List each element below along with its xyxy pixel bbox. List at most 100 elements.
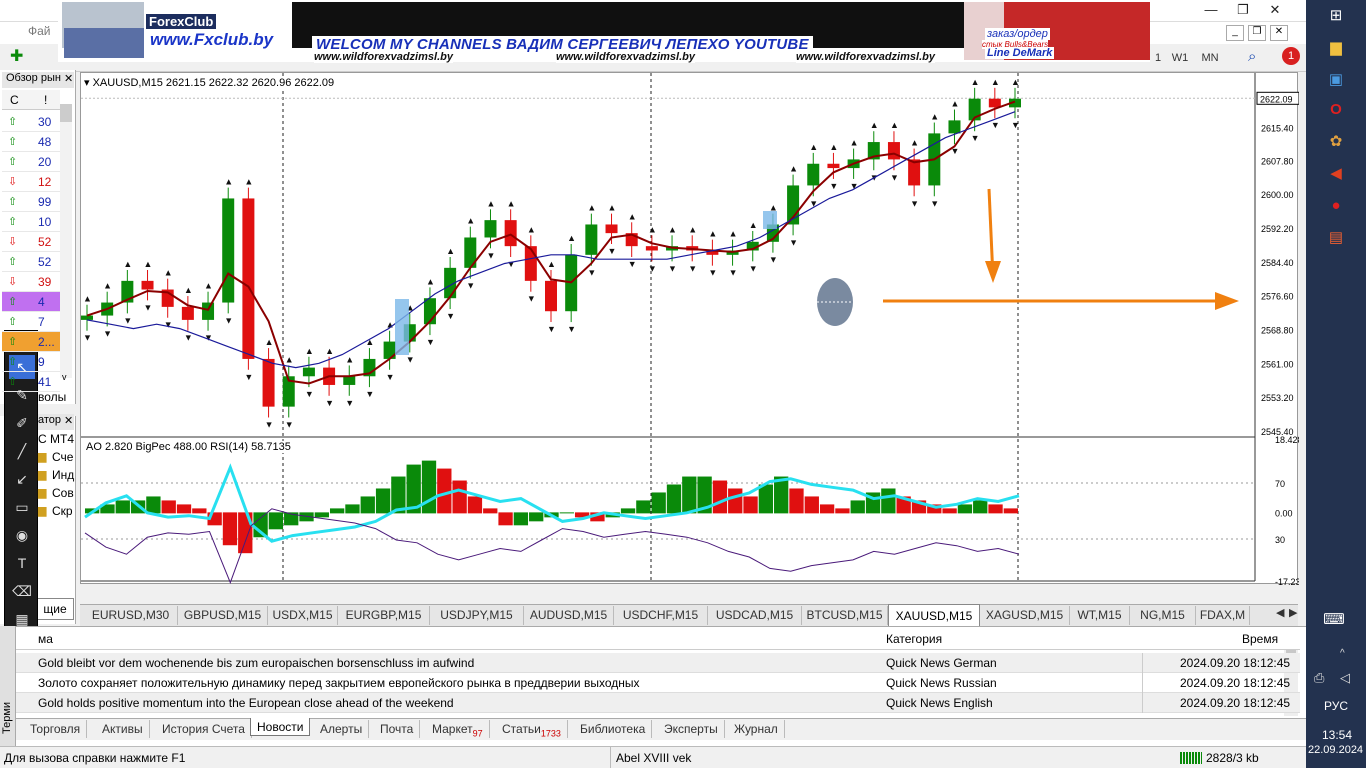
market-watch-close[interactable]: ✕ [64, 72, 73, 85]
text-icon[interactable]: T [9, 551, 35, 575]
market-watch-row[interactable]: ⇧ 4 [2, 292, 60, 312]
minimize-button[interactable]: — [1195, 0, 1227, 20]
candle[interactable] [504, 220, 517, 247]
chart-window[interactable]: 2615.40 2607.80 2600.00 2592.20 2584.40 2576.… [80, 72, 1306, 595]
site-url-1[interactable]: www.wildforexvadzimsl.by [314, 51, 453, 63]
col-time[interactable]: Время [1242, 632, 1278, 646]
close-button[interactable]: ✕ [1259, 0, 1291, 20]
folder-icon[interactable]: ▆ [1324, 36, 1348, 60]
symbol-tab[interactable]: EURGBP,M15 [338, 606, 430, 625]
candle[interactable] [302, 367, 315, 377]
terminal-tab[interactable]: Журнал [728, 720, 785, 738]
candle[interactable] [908, 159, 921, 186]
timeframe-mn-button[interactable]: MN [1194, 48, 1226, 68]
symbol-tab[interactable]: XAGUSD,M15 [980, 606, 1070, 625]
line-icon[interactable]: ╱ [9, 439, 35, 463]
navigator-item[interactable]: Сче [52, 450, 73, 464]
symbol-tab[interactable]: AUDUSD,M15 [524, 606, 614, 625]
market-watch-row[interactable]: ⇧ 20 [2, 152, 60, 172]
candle[interactable] [887, 142, 900, 160]
candle[interactable] [81, 315, 93, 320]
navigator-close[interactable]: ✕ [64, 414, 73, 427]
price-chart[interactable]: 2615.40 2607.80 2600.00 2592.20 2584.40 2576.… [81, 73, 1306, 595]
symbol-tab[interactable]: BTCUSD,M15 [802, 606, 888, 625]
network-icon[interactable]: ⎙ [1314, 670, 1324, 686]
symbol-tab[interactable]: GBPUSD,M15 [178, 606, 268, 625]
fxclub-url[interactable]: www.Fxclub.by [150, 30, 273, 50]
record-icon[interactable]: ● [1324, 194, 1348, 218]
mdi-restore-button[interactable]: ❐ [1248, 25, 1266, 41]
market-watch-row[interactable]: ⇧ 7 [2, 312, 60, 332]
search-icon[interactable]: ⌕ [1248, 48, 1256, 65]
col-spread[interactable]: ! [44, 93, 47, 107]
tabs-scroll-right[interactable]: ▶ [1289, 606, 1297, 619]
candle[interactable] [242, 198, 255, 359]
rectangle-icon[interactable]: ▭ [9, 495, 35, 519]
symbol-tab[interactable]: NG,M15 [1130, 606, 1196, 625]
candle[interactable] [605, 224, 618, 234]
candle[interactable] [141, 280, 154, 290]
candle[interactable] [545, 280, 557, 312]
market-watch-row[interactable]: ⇧ 9 [2, 352, 60, 372]
market-watch-row[interactable]: ⇧ 99 [2, 192, 60, 212]
mdi-minimize-button[interactable]: _ [1226, 25, 1244, 41]
site-url-2[interactable]: www.wildforexvadzimsl.by [556, 51, 695, 63]
site-url-3[interactable]: www.wildforexvadzimsl.by [796, 51, 935, 63]
candle[interactable] [202, 302, 215, 320]
timeframe-w1-button[interactable]: W1 [1164, 48, 1196, 68]
metatrader-icon[interactable]: ▤ [1324, 226, 1348, 250]
navigator-tab[interactable]: щие [36, 598, 74, 620]
nav-root[interactable]: С МТ4 [38, 432, 74, 446]
chevron-up-icon[interactable]: ^ [1340, 648, 1345, 659]
language-indicator[interactable]: РУС [1324, 699, 1348, 713]
col-category[interactable]: Категория [886, 632, 942, 646]
symbol-tab[interactable]: USDCHF,M15 [614, 606, 708, 625]
symbol-tab[interactable]: USDCAD,M15 [708, 606, 802, 625]
clock-date[interactable]: 22.09.2024 [1308, 744, 1363, 756]
market-watch-row[interactable]: ⇧ 2... [2, 332, 60, 352]
new-order-icon[interactable]: ✚ [10, 48, 28, 66]
status-profile[interactable]: Abel XVIII vek [616, 747, 691, 768]
terminal-tab[interactable]: Библиотека [574, 720, 653, 738]
candle[interactable] [181, 306, 194, 320]
terminal-tab[interactable]: Торговля [24, 720, 88, 738]
candle[interactable] [524, 246, 537, 281]
terminal-tab[interactable]: Маркет97 [426, 720, 490, 738]
symbol-tab[interactable]: WT,M15 [1070, 606, 1130, 625]
app-icon[interactable]: ▣ [1324, 68, 1348, 92]
navigator-item[interactable]: Инд [52, 468, 74, 482]
market-watch-row[interactable]: ⇧ 41 [2, 372, 60, 392]
terminal-tab[interactable]: Эксперты [658, 720, 725, 738]
symbol-tab[interactable]: USDJPY,M15 [430, 606, 524, 625]
candle[interactable] [948, 120, 961, 134]
terminal-tab[interactable]: Почта [374, 720, 421, 738]
market-watch-row[interactable]: ⇩ 39 [2, 272, 60, 292]
symbol-tab[interactable]: USDX,M15 [268, 606, 338, 625]
arrow-icon[interactable]: ↙ [9, 467, 35, 491]
candle[interactable] [222, 198, 235, 303]
menu-file[interactable]: Фай [28, 24, 51, 38]
speaker-app-icon[interactable]: ◀ [1324, 162, 1348, 186]
market-watch-row[interactable]: ⇩ 12 [2, 172, 60, 192]
candle[interactable] [807, 163, 820, 186]
candle[interactable] [484, 220, 497, 238]
tabs-scroll-left[interactable]: ◀ [1276, 606, 1284, 619]
mdi-close-button[interactable]: ✕ [1270, 25, 1288, 41]
terminal-tab[interactable]: Статьи1733 [496, 720, 568, 738]
navigator-item[interactable]: Скр [52, 504, 73, 518]
opera-icon[interactable]: O [1324, 98, 1348, 122]
market-watch-row[interactable]: ⇩ 52 [2, 232, 60, 252]
market-watch-scrollbar[interactable] [60, 104, 72, 378]
market-watch-row[interactable]: ⇧ 48 [2, 132, 60, 152]
clock-time[interactable]: 13:54 [1322, 728, 1352, 742]
market-watch-row[interactable]: ⇧ 10 [2, 212, 60, 232]
symbol-tab[interactable]: XAUUSD,M15 [888, 604, 980, 626]
candle[interactable] [262, 358, 275, 407]
volume-icon[interactable]: ◁ [1340, 670, 1350, 686]
windows-start-icon[interactable]: ⊞ [1324, 4, 1348, 28]
symbol-tab[interactable]: FDAX,M [1196, 606, 1250, 625]
maximize-button[interactable]: ❐ [1227, 0, 1259, 20]
palette-icon[interactable]: ◉ [9, 523, 35, 547]
navigator-item[interactable]: Сов [52, 486, 74, 500]
marker-icon[interactable]: ✐ [9, 411, 35, 435]
